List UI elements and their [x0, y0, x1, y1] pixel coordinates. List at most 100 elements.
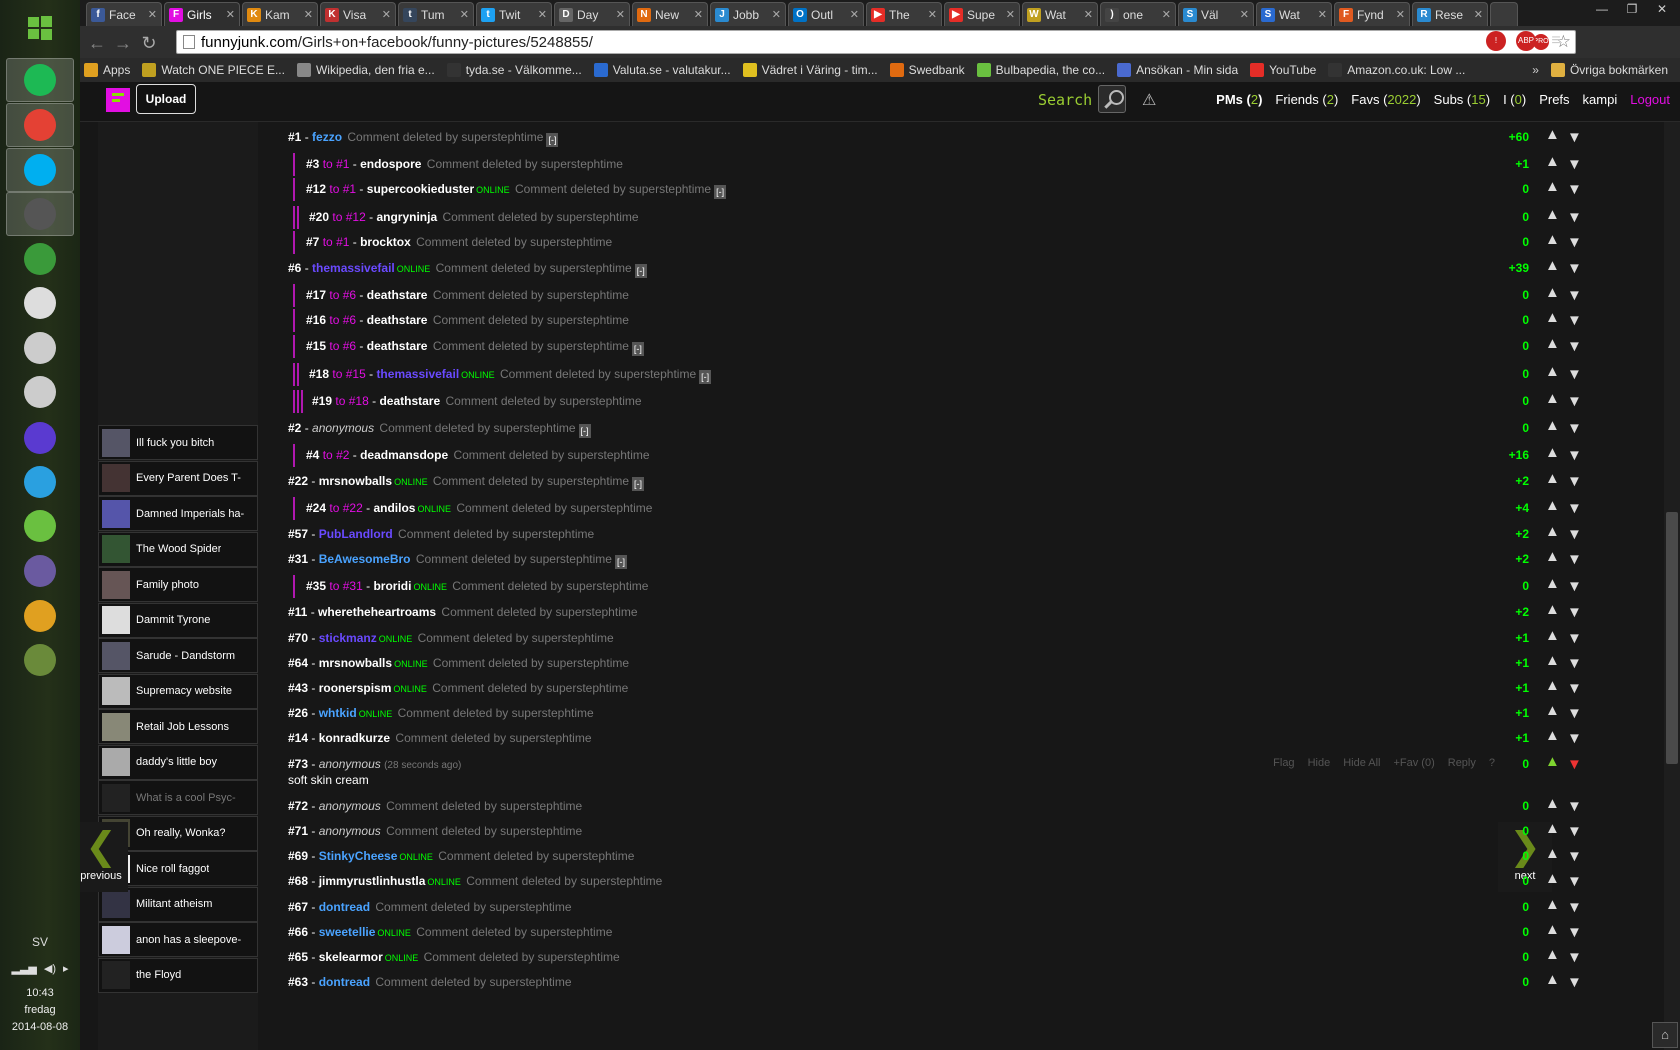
- thumbs-up-icon[interactable]: ▲: [1545, 470, 1563, 488]
- reply-to[interactable]: to #6: [329, 288, 356, 302]
- prefs-link[interactable]: Prefs: [1539, 92, 1569, 107]
- sidebar-item[interactable]: Ill fuck you bitch: [98, 425, 258, 460]
- bookmark-item[interactable]: Apps: [84, 63, 130, 77]
- thumbs-up-icon[interactable]: ▲: [1545, 820, 1563, 838]
- taskbar-app-7[interactable]: [6, 370, 74, 414]
- thumbs-down-icon[interactable]: ▼: [1567, 181, 1585, 199]
- comment-username[interactable]: deadmansdope: [360, 448, 448, 462]
- comment-username[interactable]: sweetellie: [319, 925, 376, 939]
- comment-username[interactable]: StinkyCheese: [319, 849, 398, 863]
- thumbs-down-icon[interactable]: ▼: [1567, 500, 1585, 518]
- thumbs-down-icon[interactable]: ▼: [1567, 366, 1585, 384]
- thumbs-down-icon[interactable]: ▼: [1567, 798, 1585, 816]
- scroll-thumb[interactable]: [1666, 512, 1678, 764]
- comment-number[interactable]: #67: [288, 900, 308, 914]
- taskbar-app-8[interactable]: [6, 416, 74, 460]
- bookmark-item[interactable]: tyda.se - Välkomme...: [446, 63, 582, 77]
- browser-tab[interactable]: ) one ✕: [1100, 2, 1176, 26]
- thumbs-down-icon[interactable]: ▼: [1567, 473, 1585, 491]
- comment-action[interactable]: +Fav (0): [1393, 757, 1434, 769]
- collapse-button[interactable]: [-]: [714, 185, 727, 199]
- sidebar-item[interactable]: Every Parent Does T-: [98, 460, 258, 496]
- comment-username[interactable]: dontread: [319, 900, 370, 914]
- thumbs-down-icon[interactable]: ▼: [1567, 526, 1585, 544]
- taskbar-app-12[interactable]: [6, 594, 74, 638]
- reply-to[interactable]: to #1: [323, 157, 350, 171]
- browser-tab[interactable]: D Day ✕: [554, 2, 630, 26]
- comment-username[interactable]: jimmyrustlinhustla: [319, 874, 426, 888]
- scroll-to-top-icon[interactable]: ⌂: [1652, 1022, 1678, 1048]
- comment-number[interactable]: #72: [288, 799, 308, 813]
- tab-close-icon[interactable]: ✕: [460, 8, 469, 21]
- comment-username[interactable]: deathstare: [367, 313, 428, 327]
- bookmark-item[interactable]: Amazon.co.uk: Low ...: [1328, 63, 1465, 77]
- bookmark-item[interactable]: Valuta.se - valutakur...: [593, 63, 731, 77]
- taskbar-app-1[interactable]: [6, 103, 74, 147]
- tab-close-icon[interactable]: ✕: [226, 8, 235, 21]
- taskbar-app-9[interactable]: [6, 460, 74, 504]
- tab-close-icon[interactable]: ✕: [1006, 8, 1015, 21]
- tab-close-icon[interactable]: ✕: [304, 8, 313, 21]
- favs-link[interactable]: Favs (2022): [1351, 92, 1420, 107]
- browser-tab[interactable]: W Wat ✕: [1022, 2, 1098, 26]
- browser-tab[interactable]: S Wat ✕: [1256, 2, 1332, 26]
- bookmark-item[interactable]: Swedbank: [889, 63, 965, 77]
- sidebar-item[interactable]: Family photo: [98, 567, 258, 602]
- comment-number[interactable]: #19: [312, 394, 332, 408]
- browser-tab[interactable]: O Outl ✕: [788, 2, 864, 26]
- sidebar-item[interactable]: daddy's little boy: [98, 744, 258, 780]
- collapse-button[interactable]: [-]: [634, 264, 647, 278]
- comment-username[interactable]: roonerspism: [319, 681, 392, 695]
- collapse-button[interactable]: [-]: [614, 555, 627, 569]
- comment-username[interactable]: stickmanz: [319, 631, 377, 645]
- sidebar-item[interactable]: Supremacy website: [98, 673, 258, 709]
- thumbs-up-icon[interactable]: ▲: [1545, 727, 1563, 745]
- signal-icon[interactable]: ▂▃▅: [11, 962, 36, 975]
- thumbs-down-icon[interactable]: ▼: [1567, 873, 1585, 891]
- comment-action[interactable]: Reply: [1448, 757, 1476, 769]
- thumbs-down-icon[interactable]: ▼: [1567, 680, 1585, 698]
- browser-tab[interactable]: N New ✕: [632, 2, 708, 26]
- comment-number[interactable]: #57: [288, 527, 308, 541]
- reply-to[interactable]: to #6: [329, 339, 356, 353]
- comment-username[interactable]: skelearmor: [319, 950, 383, 964]
- thumbs-up-icon[interactable]: ▲: [1545, 309, 1563, 327]
- browser-tab[interactable]: ▶ The ✕: [866, 2, 942, 26]
- sidebar-item[interactable]: What is a cool Psyc-: [98, 780, 258, 815]
- comment-number[interactable]: #66: [288, 925, 308, 939]
- adblock-icon[interactable]: ABP: [1516, 31, 1536, 51]
- comment-username[interactable]: mrsnowballs: [319, 656, 392, 670]
- tab-close-icon[interactable]: ✕: [1396, 8, 1405, 21]
- thumbs-down-icon[interactable]: ▼: [1567, 447, 1585, 465]
- comment-action[interactable]: Flag: [1273, 757, 1294, 769]
- comment-username[interactable]: dontread: [319, 975, 370, 989]
- collapse-button[interactable]: [-]: [631, 342, 644, 356]
- tab-close-icon[interactable]: ✕: [1240, 8, 1249, 21]
- thumbs-up-icon[interactable]: ▲: [1545, 284, 1563, 302]
- friends-link[interactable]: Friends (2): [1275, 92, 1338, 107]
- thumbs-up-icon[interactable]: ▲: [1545, 548, 1563, 566]
- browser-tab[interactable]: K Visa ✕: [320, 2, 396, 26]
- sidebar-item[interactable]: anon has a sleepove-: [98, 922, 258, 957]
- tab-close-icon[interactable]: ✕: [850, 8, 859, 21]
- comment-number[interactable]: #65: [288, 950, 308, 964]
- thumbs-up-icon[interactable]: ▲: [1545, 444, 1563, 462]
- comment-username[interactable]: fezzo: [312, 130, 342, 144]
- thumbs-down-icon[interactable]: ▼: [1567, 287, 1585, 305]
- taskbar-app-2[interactable]: [6, 148, 74, 192]
- taskbar-app-11[interactable]: [6, 549, 74, 593]
- thumbs-down-icon[interactable]: ▼: [1567, 551, 1585, 569]
- thumbs-down-icon[interactable]: ▼: [1567, 209, 1585, 227]
- taskbar-app-0[interactable]: [6, 58, 74, 102]
- previous-button[interactable]: ❮ previous: [80, 822, 128, 892]
- taskbar-app-5[interactable]: [6, 281, 74, 325]
- thumbs-up-icon[interactable]: ▲: [1545, 845, 1563, 863]
- reply-to[interactable]: to #15: [332, 367, 365, 381]
- tray-expand-icon[interactable]: ▸: [63, 962, 69, 975]
- comment-number[interactable]: #15: [306, 339, 326, 353]
- subs-link[interactable]: Subs (15): [1434, 92, 1490, 107]
- taskbar-app-3[interactable]: [6, 192, 74, 236]
- browser-tab[interactable]: K Kam ✕: [242, 2, 318, 26]
- thumbs-up-icon[interactable]: ▲: [1545, 178, 1563, 196]
- browser-tab[interactable]: J Jobb ✕: [710, 2, 786, 26]
